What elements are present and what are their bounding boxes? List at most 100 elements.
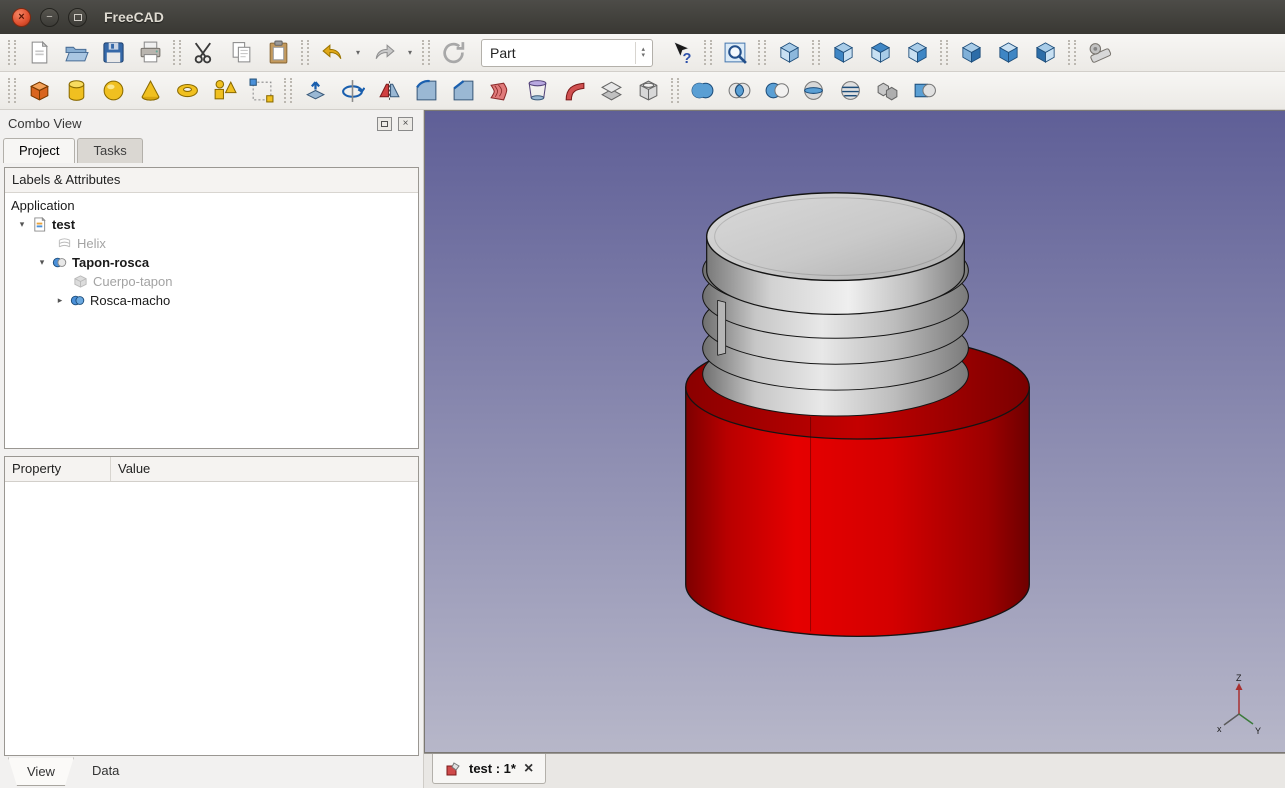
undo-button[interactable] bbox=[314, 37, 350, 69]
revolve-button[interactable] bbox=[334, 75, 370, 107]
toolbar-handle[interactable] bbox=[301, 40, 309, 65]
toolbar-handle[interactable] bbox=[8, 40, 16, 65]
boolean-common-button[interactable] bbox=[721, 75, 757, 107]
right-view-button[interactable] bbox=[899, 37, 935, 69]
document-tab-label: test : 1* bbox=[469, 761, 516, 776]
section-button[interactable] bbox=[795, 75, 831, 107]
fillet-button[interactable] bbox=[408, 75, 444, 107]
toolbar-handle[interactable] bbox=[1068, 40, 1076, 65]
window-close-button[interactable]: × bbox=[12, 8, 31, 27]
undo-menu-button[interactable]: ▾ bbox=[351, 37, 365, 69]
compound-button[interactable] bbox=[869, 75, 905, 107]
tree-item-cuerpo-tapon[interactable]: Cuerpo-tapon bbox=[5, 272, 418, 291]
toolbar-handle[interactable] bbox=[812, 40, 820, 65]
toolbar-handle[interactable] bbox=[422, 40, 430, 65]
shape-builder-button[interactable] bbox=[243, 75, 279, 107]
toolbar-handle[interactable] bbox=[671, 78, 679, 103]
cut-icon bbox=[192, 40, 217, 65]
toolbar-handle[interactable] bbox=[758, 40, 766, 65]
torus-button[interactable] bbox=[169, 75, 205, 107]
cut-button[interactable] bbox=[186, 37, 222, 69]
tab-tasks[interactable]: Tasks bbox=[77, 138, 142, 163]
boolean-operation-button[interactable] bbox=[906, 75, 942, 107]
title-bar[interactable]: × − FreeCAD bbox=[0, 0, 1285, 34]
document-tab-close-icon[interactable]: × bbox=[524, 761, 533, 777]
extrude-button[interactable] bbox=[297, 75, 333, 107]
tab-data[interactable]: Data bbox=[74, 757, 137, 786]
paste-button[interactable] bbox=[260, 37, 296, 69]
combo-view-titlebar[interactable]: Combo View × bbox=[0, 110, 423, 137]
float-icon bbox=[381, 121, 388, 127]
copy-button[interactable] bbox=[223, 37, 259, 69]
model-tree[interactable]: Application ▾ test Helix ▾ Tapon bbox=[5, 193, 418, 448]
tree-item-rosca-macho[interactable]: ▸ Rosca-macho bbox=[5, 291, 418, 310]
bottom-view-button[interactable] bbox=[990, 37, 1026, 69]
sweep-button[interactable] bbox=[556, 75, 592, 107]
undo-icon bbox=[320, 40, 345, 65]
save-button[interactable] bbox=[95, 37, 131, 69]
open-folder-button[interactable] bbox=[58, 37, 94, 69]
chamfer-button[interactable] bbox=[445, 75, 481, 107]
cone-button[interactable] bbox=[132, 75, 168, 107]
create-primitives-icon bbox=[212, 78, 237, 103]
top-view-icon bbox=[868, 40, 893, 65]
front-view-button[interactable] bbox=[825, 37, 861, 69]
tree-item-test[interactable]: ▾ test bbox=[5, 215, 418, 234]
tab-project[interactable]: Project bbox=[3, 138, 75, 163]
mirror-button[interactable] bbox=[371, 75, 407, 107]
tree-item-helix[interactable]: Helix bbox=[5, 234, 418, 253]
tree-root-application[interactable]: Application bbox=[5, 196, 418, 215]
document-tab[interactable]: test : 1* × bbox=[432, 754, 546, 784]
axonometric-view-button[interactable] bbox=[771, 37, 807, 69]
viewport-3d[interactable]: Z x Y bbox=[424, 110, 1285, 753]
thickness-icon bbox=[636, 78, 661, 103]
toolbar-handle[interactable] bbox=[284, 78, 292, 103]
boolean-cut-button[interactable] bbox=[758, 75, 794, 107]
refresh-button[interactable] bbox=[435, 37, 471, 69]
thickness-button[interactable] bbox=[630, 75, 666, 107]
document-tabbar: test : 1* × bbox=[424, 753, 1285, 788]
window-maximize-button[interactable] bbox=[68, 8, 87, 27]
expander-closed-icon[interactable]: ▸ bbox=[55, 295, 65, 306]
box-button[interactable] bbox=[21, 75, 57, 107]
axis-z-label: Z bbox=[1236, 674, 1242, 683]
top-view-button[interactable] bbox=[862, 37, 898, 69]
panel-close-button[interactable]: × bbox=[398, 117, 413, 131]
toolbar-handle[interactable] bbox=[173, 40, 181, 65]
cylinder-button[interactable] bbox=[58, 75, 94, 107]
toolbar-handle[interactable] bbox=[8, 78, 16, 103]
mirror-icon bbox=[377, 78, 402, 103]
expander-open-icon[interactable]: ▾ bbox=[37, 257, 47, 268]
loft-button[interactable] bbox=[519, 75, 555, 107]
property-editor-panel: Property Value bbox=[4, 456, 419, 756]
workbench-selector[interactable]: Part ▴▾ bbox=[481, 39, 653, 67]
rear-view-button[interactable] bbox=[953, 37, 989, 69]
box-icon bbox=[27, 78, 52, 103]
cross-sections-button[interactable] bbox=[832, 75, 868, 107]
whats-this-button[interactable]: ? bbox=[663, 37, 699, 69]
sphere-button[interactable] bbox=[95, 75, 131, 107]
scene-3d[interactable] bbox=[425, 111, 1285, 752]
toolbar-handle[interactable] bbox=[940, 40, 948, 65]
boolean-union-button[interactable] bbox=[684, 75, 720, 107]
fit-all-button[interactable] bbox=[717, 37, 753, 69]
offset-button[interactable] bbox=[593, 75, 629, 107]
measure-distance-button[interactable] bbox=[1081, 37, 1117, 69]
tab-view[interactable]: View bbox=[8, 757, 74, 786]
window-minimize-button[interactable]: − bbox=[40, 8, 59, 27]
compound-icon bbox=[875, 78, 900, 103]
cylinder-icon bbox=[64, 78, 89, 103]
expander-open-icon[interactable]: ▾ bbox=[17, 219, 27, 230]
create-primitives-button[interactable] bbox=[206, 75, 242, 107]
tree-item-tapon-rosca[interactable]: ▾ Tapon-rosca bbox=[5, 253, 418, 272]
boolean-common-icon bbox=[727, 78, 752, 103]
toolbar-handle[interactable] bbox=[704, 40, 712, 65]
redo-menu-button[interactable]: ▾ bbox=[403, 37, 417, 69]
panel-float-button[interactable] bbox=[377, 117, 392, 131]
redo-button[interactable] bbox=[366, 37, 402, 69]
print-button[interactable] bbox=[132, 37, 168, 69]
ruled-surface-button[interactable] bbox=[482, 75, 518, 107]
freecad-document-icon bbox=[445, 761, 461, 777]
new-document-button[interactable] bbox=[21, 37, 57, 69]
left-view-button[interactable] bbox=[1027, 37, 1063, 69]
